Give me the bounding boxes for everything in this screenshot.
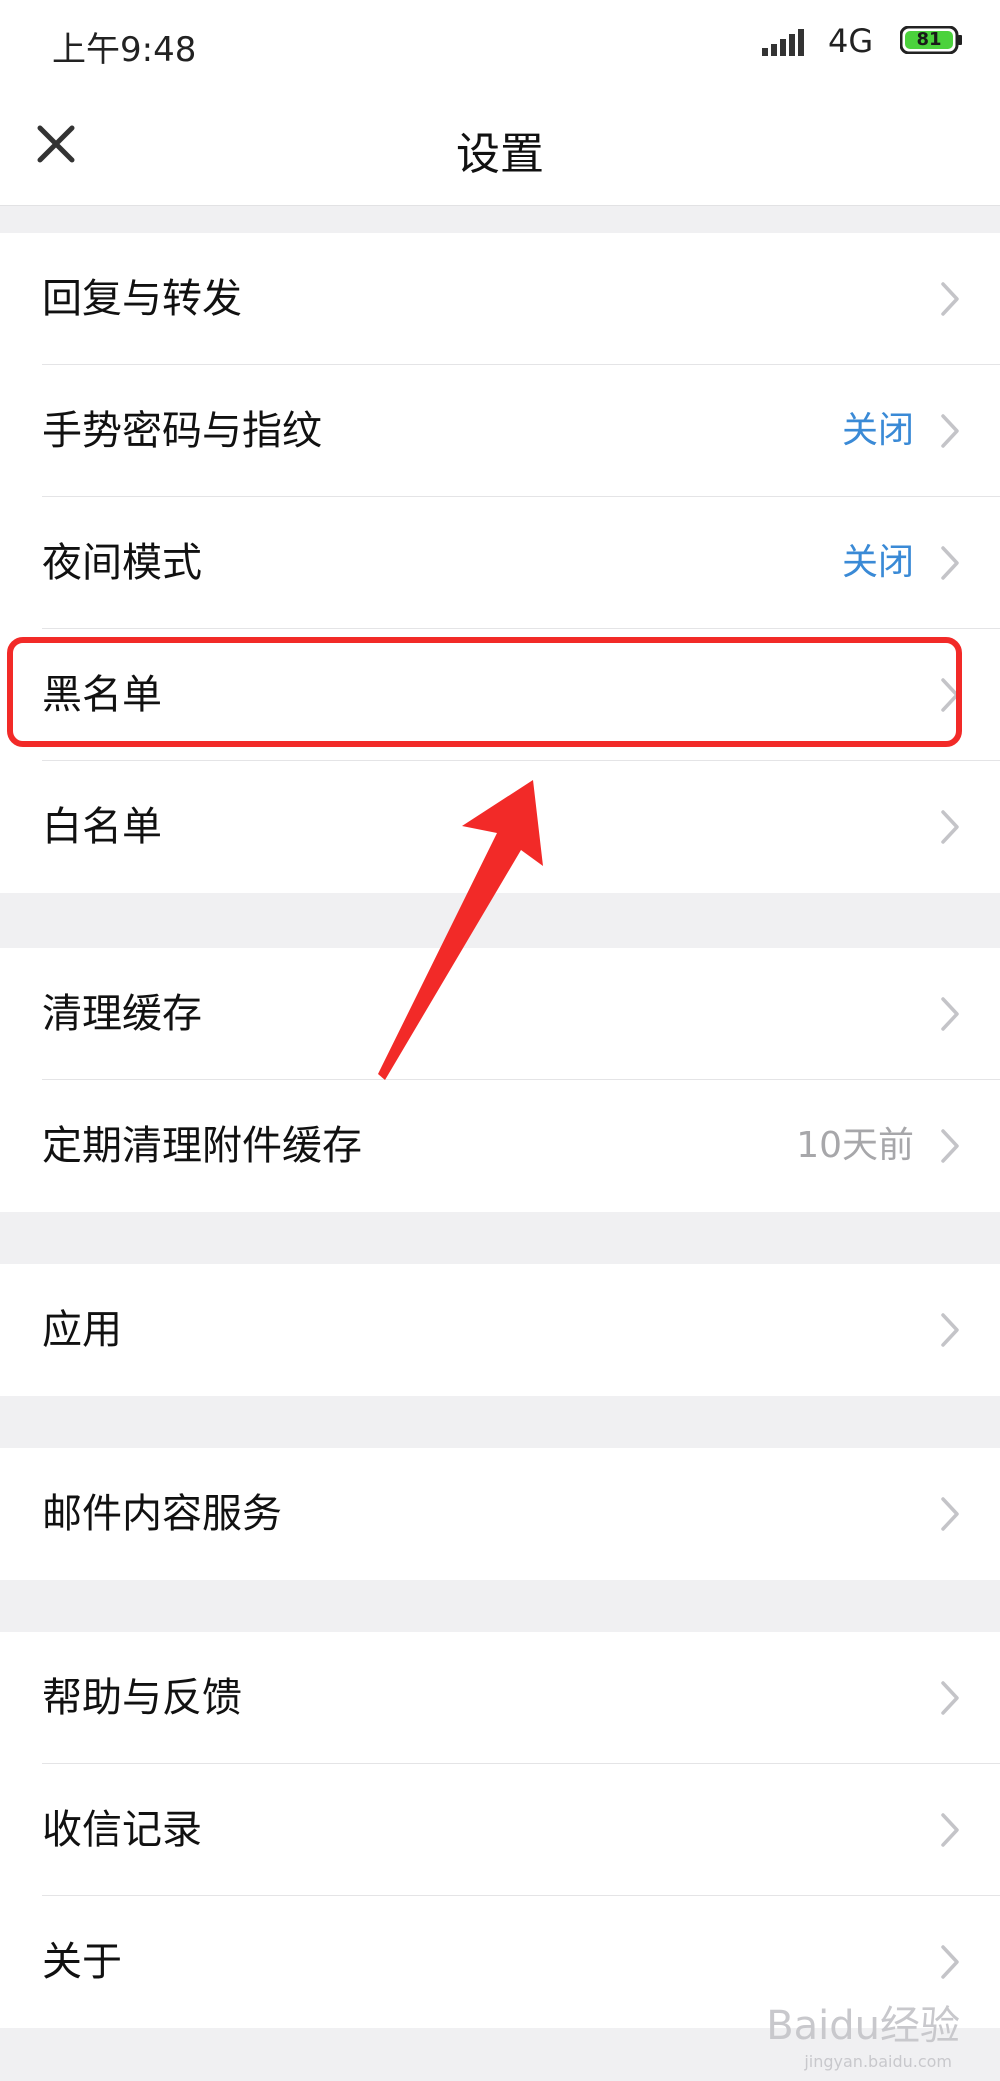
watermark-url: jingyan.baidu.com	[804, 2052, 952, 2071]
annotation-arrow-icon	[378, 780, 543, 1080]
watermark-logo: Baidu经验	[766, 2003, 960, 2049]
